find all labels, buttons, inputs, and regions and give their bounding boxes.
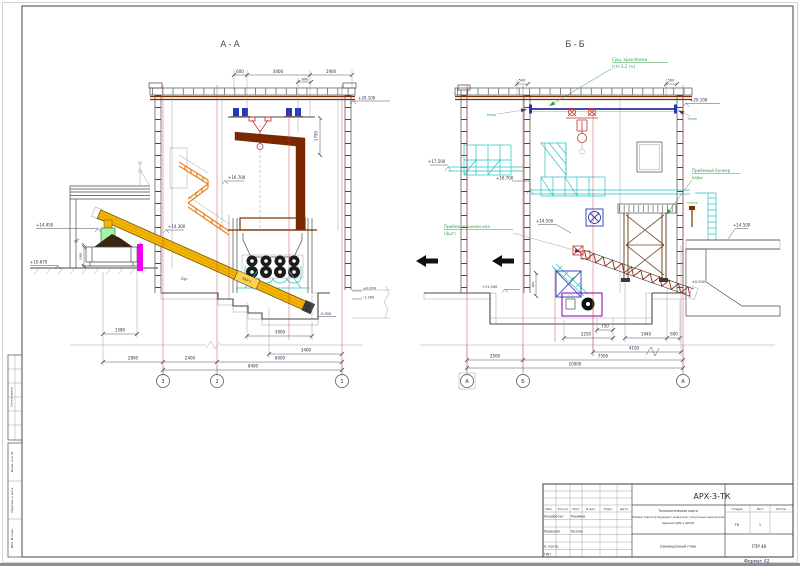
b-dim-2250: 2250 [581,332,592,337]
stamp-gpr-code: ГПР 48 [752,544,767,549]
stamp-h-list: Лист [572,507,580,511]
a-axis-1: 1 [340,379,343,385]
a-magenta-pipe [137,244,143,271]
a-dim-3400: 3400 [301,348,312,353]
section-a-title: А-А [220,40,242,50]
stamp-name-checker: Козлов [571,530,583,534]
stamp-doc-title-3: Здание ЦОВ-1 ЦКПО [662,521,695,525]
a-dim-8400: 8400 [248,364,259,369]
a-dim-2890: 2890 [128,356,139,361]
stamp-name-developer: Рахимов [571,515,585,519]
stamp-h-data: Дата [620,507,628,511]
stamp-sheet-number: 1 [759,523,761,527]
stamp-doc-code: АРХ-3-ТК [693,492,731,501]
side-label-vzam: Взам. инв. N [10,452,14,472]
stamp-h-koluch: Кол.уч [558,507,569,511]
stamp-doc-title-1: Технологическая карта [657,509,698,513]
a-elev-16700: +16.700 [228,175,246,180]
a-dim-600b: 600 [302,78,309,82]
a-elev-14450: +14.450 [36,223,54,228]
a-elev-0000: ±0.000 [363,287,376,291]
b-elev-20100: +20.100 [690,98,708,103]
format-note: Формат А2 [744,559,770,565]
drawing-sheet: Согласовано Взам. инв. N Подпись и дата … [0,0,800,566]
a-dim-3000: 3000 [273,69,284,74]
drawing-canvas: Согласовано Взам. инв. N Подпись и дата … [0,0,800,566]
b-crane-label-2: (г/п 3.2 тн) [612,64,635,69]
b-dim-4100: 4100 [629,346,640,351]
b-crane-label-1: Сущ. кран-балка [612,57,648,62]
b-dim-600: 600 [670,332,678,337]
a-axis-2: 2 [215,379,218,385]
a-dim-pit3000: 3000 [275,330,286,335]
side-label-podpis: Подпись и дата [10,487,14,512]
b-axis-b: Б [521,379,525,385]
b-axis-a-left: А [465,379,469,385]
stamp-stage-value: ТК [734,523,740,527]
b-axis-a-right: А [681,379,685,385]
a-elev-14300: +14.300 [168,224,186,229]
b-dim-500r: 500 [668,79,675,83]
stamp-sheet-name: Совмещённый план [660,545,697,549]
a-dim-1580: 1580 [115,328,126,333]
a-dim-600a: 600 [236,69,244,74]
a-dim-1080: 1080 [79,253,83,261]
stamp-h-stage: Стадия [732,507,743,511]
b-elev-17500: +17.500 [428,159,446,164]
b-dim-2500: 2500 [490,354,501,359]
a-elev-m0500: -0.500 [320,312,331,316]
stamp-h-sheets: Листов [776,507,786,511]
stamp-h-podp: Подп. [603,507,612,511]
b-dim-1940: 1940 [641,332,652,337]
b-bunker-label-2: коры [692,175,703,180]
side-label-approved: Согласовано [10,387,14,407]
stamp-role-developer: Разработал [544,515,563,519]
a-elev-10670: +10.670 [30,260,48,265]
stamp-h-ndok: N док. [586,507,596,511]
a-dim-1900: 1900 [326,69,337,74]
b-dim-900: 900 [531,282,535,288]
b-elev-16700: +16.700 [496,176,514,181]
b-dim-10000: 10000 [569,362,582,367]
b-screws-label-2: (4шт) [444,231,456,236]
b-elev-0000: ±0.000 [692,280,705,284]
a-axis-3: 3 [161,379,164,385]
b-zatvor-label: затвор [687,201,698,205]
a-dim-6000: 6000 [275,356,286,361]
side-label-inv: Инв. N подл. [10,528,14,548]
stamp-role-ncontrol: Н. контр. [544,545,559,549]
b-upor-left: Упор [487,113,497,117]
a-dim-2400: 2400 [185,356,196,361]
a-dim-1750: 1750 [314,130,319,141]
b-upor-right: Упор [688,117,698,121]
stamp-h-izm: Изм. [545,507,552,511]
b-dim-7500: 7500 [598,354,609,359]
b-bunker-label-1: Приёмный бункер [692,168,731,173]
b-dim-750: 750 [601,324,609,329]
stamp-doc-title-2: «Замена транспортирующего шнека ила, отг… [631,515,725,519]
b-elev-14500r: +14.500 [733,223,751,228]
stamp-role-gip: ГИП [544,553,551,557]
a-elev-m1200: -1.200 [363,296,374,300]
b-dim-500l: 500 [519,79,526,83]
b-elev-11500: +11.500 [482,285,497,289]
b-elev-14500: +14.500 [536,219,554,224]
stamp-role-checker: Проверил [544,530,560,534]
stamp-h-sheet: Лист [756,507,763,511]
a-elev-20100: +20.100 [358,96,376,101]
section-b-title: Б-Б [565,40,587,50]
